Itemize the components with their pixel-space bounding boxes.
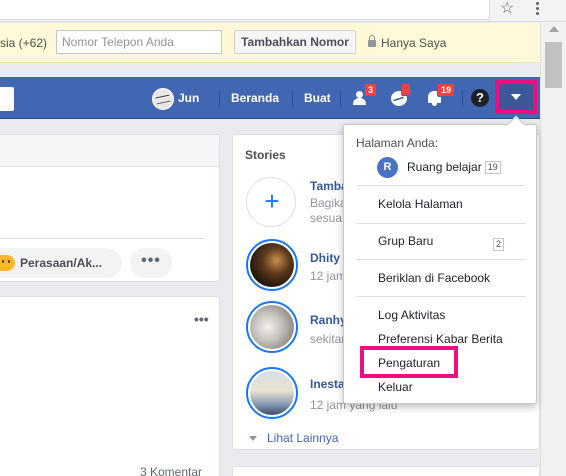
add-story-button[interactable]: +	[246, 177, 296, 227]
scrollbar-thumb[interactable]	[545, 42, 562, 88]
lock-icon	[368, 35, 376, 47]
browser-toolbar: ☆	[0, 0, 566, 22]
divider	[356, 223, 526, 224]
story-photo	[250, 243, 294, 287]
see-more-link[interactable]: Lihat Lainnya	[249, 431, 338, 445]
story-photo	[250, 371, 294, 415]
story-photo	[250, 305, 294, 349]
page-avatar[interactable]: R	[377, 157, 398, 178]
notifications-bell-icon[interactable]: 19	[425, 83, 456, 108]
divider	[0, 238, 206, 239]
caret-down-icon	[511, 94, 521, 100]
story-avatar[interactable]	[246, 239, 298, 291]
avatar	[152, 88, 174, 110]
add-number-button[interactable]: Tambahkan Nomor	[234, 30, 356, 54]
profile-name: Jun	[178, 91, 200, 106]
divider	[356, 185, 526, 186]
new-group-count: 2	[493, 238, 505, 251]
post-composer: Perasaan/Ak... •••	[0, 134, 220, 282]
add-phone-notice-bar: sia (+62) Tambahkan Nomor Hanya Saya	[0, 23, 540, 63]
page-name: Ruang belajar	[407, 160, 482, 174]
menu-item-page[interactable]: Ruang belajar 19	[407, 160, 501, 174]
chevron-down-icon	[249, 436, 257, 441]
search-input[interactable]	[0, 87, 14, 111]
star-icon[interactable]: ☆	[500, 0, 514, 18]
story-name[interactable]: Inesta	[310, 377, 345, 391]
divider	[356, 296, 526, 297]
scroll-up-arrow-icon[interactable]	[549, 26, 559, 32]
home-link[interactable]: Beranda	[231, 91, 279, 105]
header-divider	[292, 91, 293, 107]
menu-item-manage-pages[interactable]: Kelola Halaman	[344, 193, 536, 215]
divider	[356, 259, 526, 260]
help-icon[interactable]: ?	[471, 89, 489, 107]
browser-menu-icon[interactable]	[536, 2, 540, 16]
story-time: sekitar	[310, 332, 346, 346]
post-options-icon[interactable]: •••	[194, 311, 209, 327]
see-more-label: Lihat Lainnya	[267, 431, 339, 445]
add-story-subtitle: Bagika	[310, 196, 347, 210]
plus-icon: +	[264, 186, 280, 216]
stories-title: Stories	[245, 148, 286, 162]
story-name[interactable]: Dhity	[310, 251, 340, 265]
friend-requests-badge: 3	[364, 83, 378, 97]
your-pages-heading: Halaman Anda:	[356, 136, 439, 150]
header-divider	[219, 91, 220, 107]
privacy-label: Hanya Saya	[381, 36, 447, 50]
header-divider	[462, 91, 463, 107]
phone-number-input[interactable]	[56, 30, 222, 54]
country-code-label: sia (+62)	[0, 36, 48, 50]
feeling-activity-button[interactable]: Perasaan/Ak...	[0, 248, 122, 278]
notifications-badge: 19	[437, 83, 456, 97]
profile-link[interactable]: Jun	[152, 88, 199, 110]
create-link[interactable]: Buat	[304, 91, 331, 105]
menu-item-advertise[interactable]: Beriklan di Facebook	[344, 267, 536, 289]
feeling-label: Perasaan/Ak...	[20, 256, 103, 270]
header-divider	[340, 91, 341, 107]
story-avatar[interactable]	[246, 367, 298, 419]
add-story-subtitle: sesua	[310, 211, 343, 225]
story-time: 12 jam	[310, 269, 347, 283]
smiley-icon	[0, 255, 15, 271]
menu-item-logout[interactable]: Keluar	[344, 376, 536, 398]
comment-count[interactable]: 3 Komentar	[140, 465, 202, 476]
more-options-button[interactable]: •••	[130, 248, 172, 278]
settings-highlight-box	[360, 346, 458, 378]
story-avatar[interactable]	[246, 301, 298, 353]
feed-post: ••• 3 Komentar	[0, 296, 220, 476]
privacy-selector[interactable]: Hanya Saya	[368, 35, 447, 50]
messenger-icon[interactable]	[389, 83, 411, 108]
address-bar[interactable]	[0, 0, 490, 20]
menu-item-activity-log[interactable]: Log Aktivitas	[344, 304, 536, 326]
messages-badge	[401, 83, 411, 96]
facebook-top-bar: Jun Beranda Buat 3 19 ?	[0, 77, 540, 119]
page-scrollbar[interactable]	[540, 22, 566, 476]
composer-header	[0, 135, 219, 167]
sidebar-card	[232, 466, 540, 476]
page-notification-count: 19	[484, 161, 501, 174]
story-name[interactable]: Ranhy	[310, 313, 347, 327]
friend-requests-icon[interactable]: 3	[352, 83, 378, 108]
menu-item-new-group[interactable]: Grup Baru	[344, 230, 536, 252]
account-menu-button[interactable]	[495, 80, 537, 114]
